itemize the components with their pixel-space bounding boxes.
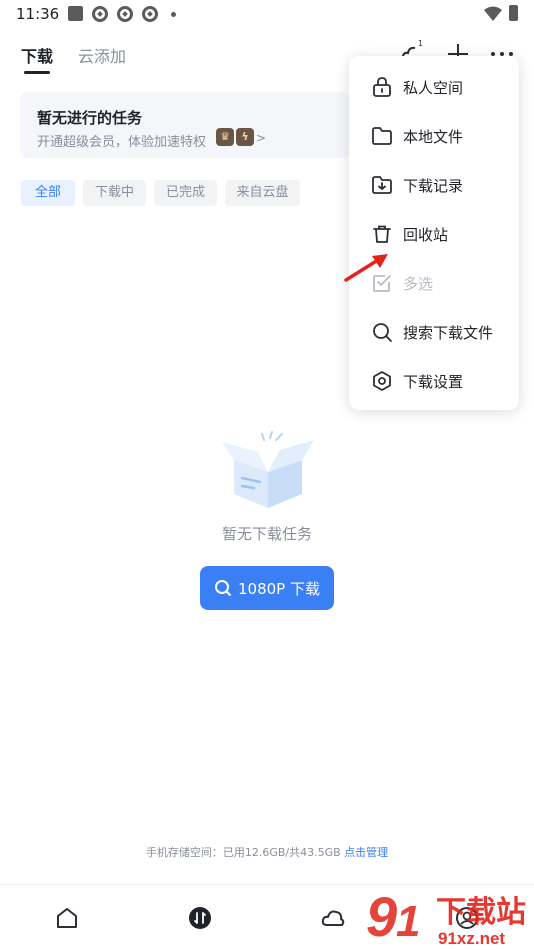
notification-app-icon <box>92 6 108 22</box>
menu-item-private-space[interactable]: 私人空间 <box>349 62 519 111</box>
menu-item-local-files[interactable]: 本地文件 <box>349 111 519 160</box>
storage-manage-link[interactable]: 点击管理 <box>344 846 388 859</box>
vip-crown-icon: ♛ <box>216 128 234 146</box>
download-1080p-label: 1080P 下载 <box>238 579 320 598</box>
watermark-domain: 91xz.net <box>438 929 505 948</box>
watermark-brand: 下载站 <box>436 895 526 930</box>
overflow-menu: 私人空间 本地文件 下载记录 回收站 多选 搜索下载文件 下载设置 <box>349 56 519 410</box>
filter-all[interactable]: 全部 <box>21 180 75 206</box>
chevron-right-icon: > <box>256 131 267 145</box>
notification-square-icon <box>68 6 83 21</box>
nav-transfer-icon[interactable] <box>187 905 213 931</box>
filter-downloading[interactable]: 下载中 <box>83 180 146 206</box>
menu-item-download-history[interactable]: 下载记录 <box>349 160 519 209</box>
lock-icon <box>373 77 391 97</box>
wifi-icon <box>484 6 502 21</box>
notification-app-icon <box>142 6 158 22</box>
menu-item-label: 本地文件 <box>403 128 464 146</box>
folder-icon <box>372 127 392 145</box>
menu-item-label: 下载记录 <box>403 177 464 195</box>
empty-state-text: 暂无下载任务 <box>221 525 312 543</box>
battery-icon <box>509 5 518 21</box>
nav-cloud-icon[interactable] <box>320 905 346 931</box>
tab-download[interactable]: 下载 <box>21 43 53 67</box>
empty-box-illustration <box>222 431 314 508</box>
download-1080p-button[interactable]: 1080P 下载 <box>200 566 334 610</box>
menu-item-search-downloads[interactable]: 搜索下载文件 <box>349 307 519 356</box>
download-folder-icon <box>372 176 392 194</box>
status-bar: 11:36 <box>0 0 534 28</box>
svg-text:1: 1 <box>396 897 420 946</box>
active-tab-indicator <box>24 71 50 74</box>
vip-promo-banner[interactable]: 暂无进行的任务 开通超级会员，体验加速特权 ♛ ϟ > <box>20 92 350 158</box>
storage-usage-text: 手机存储空间：已用12.6GB/共43.5GB <box>145 846 341 859</box>
nav-home-icon[interactable] <box>54 905 80 931</box>
filter-completed[interactable]: 已完成 <box>154 180 217 206</box>
search-icon <box>373 323 392 342</box>
menu-item-label: 搜索下载文件 <box>403 324 494 342</box>
banner-subtitle: 开通超级会员，体验加速特权 <box>37 135 207 150</box>
banner-title: 暂无进行的任务 <box>37 109 143 127</box>
menu-item-label: 多选 <box>403 275 434 293</box>
filter-from-cloud[interactable]: 来自云盘 <box>225 180 300 206</box>
svg-text:9: 9 <box>366 885 397 948</box>
menu-item-label: 下载设置 <box>403 373 464 391</box>
trash-icon <box>373 225 391 243</box>
red-arrow-annotation-icon <box>344 254 388 282</box>
lightning-icon: ϟ <box>236 128 254 146</box>
cloud-badge: 1 <box>418 39 424 48</box>
notification-more-dot-icon <box>171 12 176 17</box>
tab-cloud-add[interactable]: 云添加 <box>78 43 126 67</box>
status-time: 11:36 <box>16 5 60 23</box>
hexagon-settings-icon <box>373 371 391 391</box>
menu-item-label: 回收站 <box>403 226 449 244</box>
notification-app-icon <box>117 6 133 22</box>
storage-info: 手机存储空间：已用12.6GB/共43.5GB 点击管理 <box>0 844 534 860</box>
search-icon <box>215 580 231 596</box>
menu-item-label: 私人空间 <box>403 79 464 97</box>
menu-item-download-settings[interactable]: 下载设置 <box>349 356 519 405</box>
91xz-watermark-logo: 9 1 下载站 91xz.net <box>366 885 526 948</box>
